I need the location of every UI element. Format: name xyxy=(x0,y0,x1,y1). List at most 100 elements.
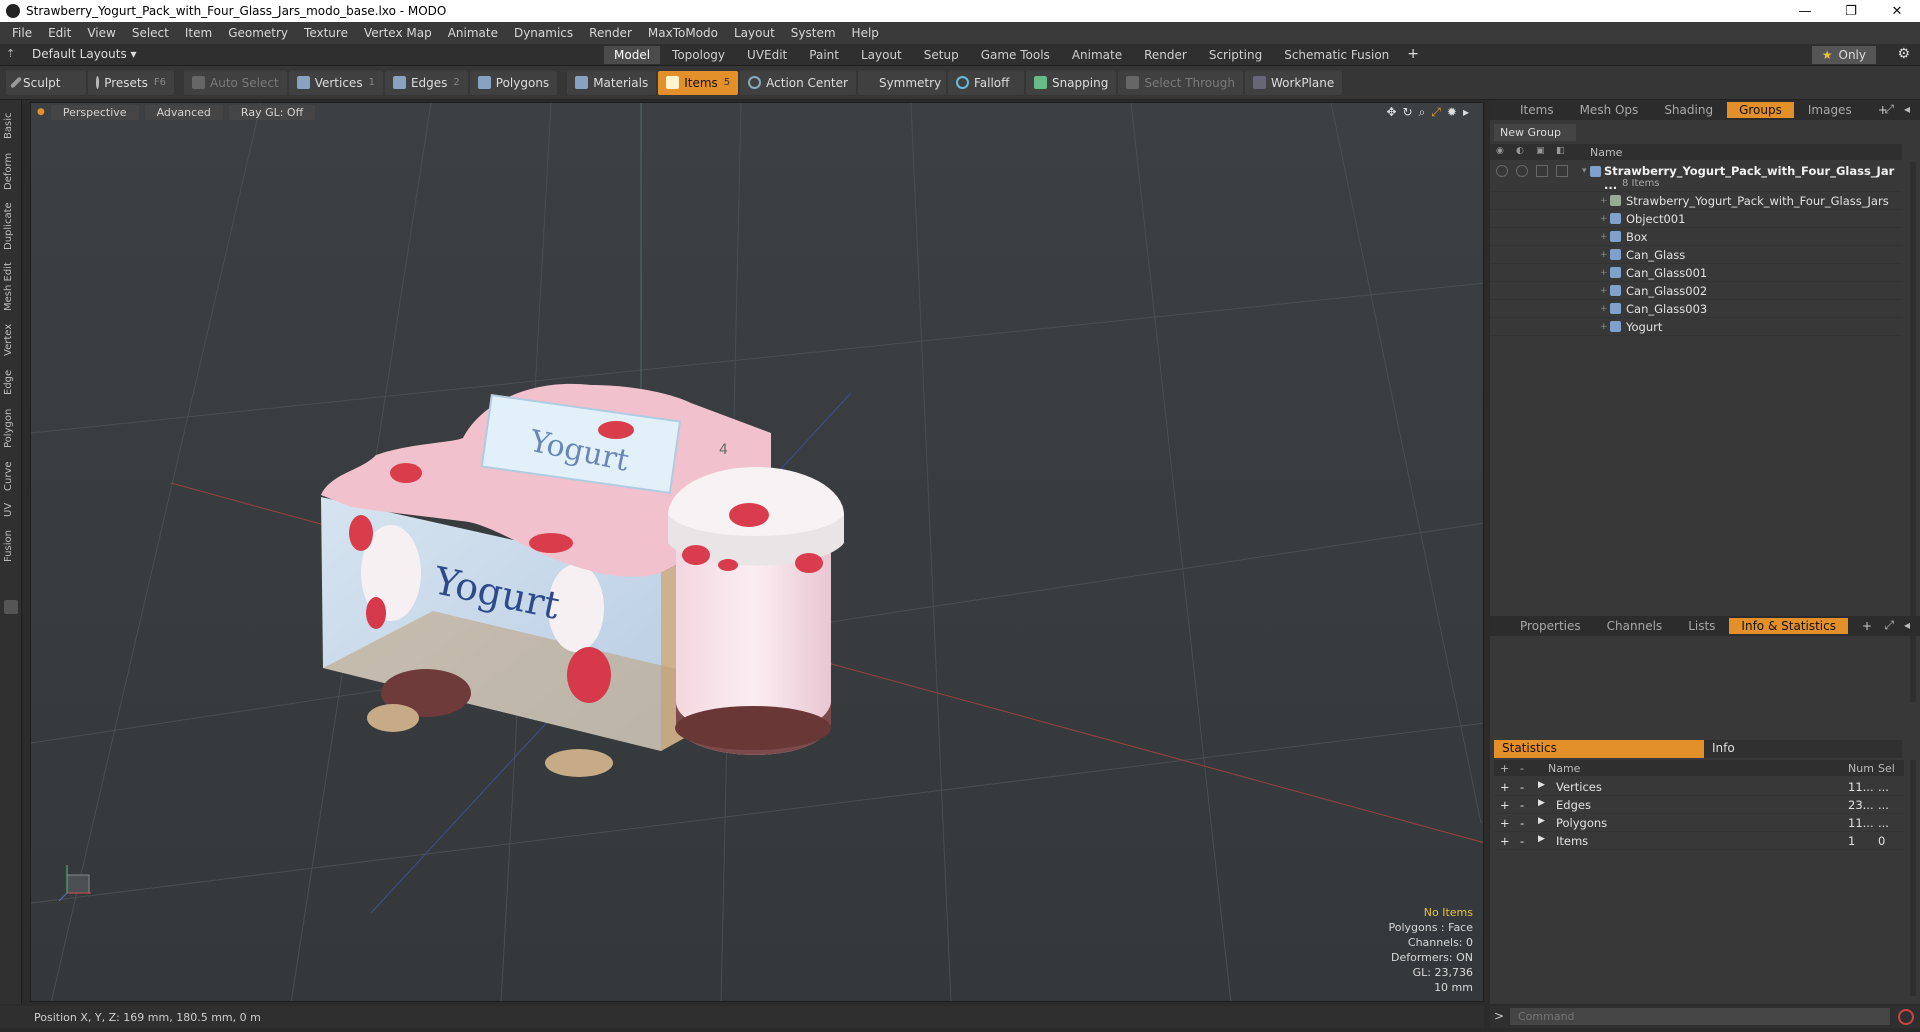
tab-animate[interactable]: Animate xyxy=(1062,46,1132,64)
snapping-button[interactable]: Snapping xyxy=(1025,70,1117,95)
command-input[interactable] xyxy=(1510,1008,1890,1025)
auto-select-button[interactable]: Auto Select xyxy=(184,70,287,95)
menu-texture[interactable]: Texture xyxy=(296,26,356,40)
table-row[interactable]: + - ▶ Items 1 0 xyxy=(1494,832,1904,850)
collapse-all-icon[interactable]: - xyxy=(1520,762,1524,775)
menu-vertex-map[interactable]: Vertex Map xyxy=(356,26,440,40)
add-icon[interactable]: + xyxy=(1500,834,1510,848)
expand-panel-icon[interactable] xyxy=(4,600,18,614)
remove-icon[interactable]: - xyxy=(1520,780,1524,794)
left-tab-edge[interactable]: Edge xyxy=(3,364,19,400)
action-center-button[interactable]: Action Center xyxy=(740,70,856,95)
menu-edit[interactable]: Edit xyxy=(40,26,79,40)
expand-arrow-icon[interactable]: + xyxy=(1600,250,1608,260)
menu-animate[interactable]: Animate xyxy=(440,26,506,40)
group-root-row[interactable]: ▾ Strawberry_Yogurt_Pack_with_Four_Glass… xyxy=(1490,162,1902,192)
menu-render[interactable]: Render xyxy=(581,26,640,40)
lock-toggle-icon[interactable] xyxy=(1536,165,1548,177)
expand-arrow-icon[interactable]: + xyxy=(1600,214,1608,224)
add-tab-icon[interactable]: + xyxy=(1401,46,1425,64)
left-tab-duplicate[interactable]: Duplicate xyxy=(3,196,19,256)
pan-icon[interactable]: ✥ xyxy=(1386,105,1396,120)
left-tab-uv[interactable]: UV xyxy=(3,498,19,522)
sculpt-button[interactable]: Sculpt xyxy=(6,70,86,95)
select-toggle-icon[interactable] xyxy=(1556,165,1568,177)
remove-icon[interactable]: - xyxy=(1520,816,1524,830)
collapse-icon[interactable]: ⇡ xyxy=(6,47,20,61)
menu-geometry[interactable]: Geometry xyxy=(220,26,296,40)
menu-layout[interactable]: Layout xyxy=(726,26,783,40)
left-tab-curve[interactable]: Curve xyxy=(3,456,19,496)
viewport-settings-icon[interactable]: ✹ xyxy=(1447,105,1457,120)
tab-items[interactable]: Items xyxy=(1508,102,1566,118)
left-tab-vertex[interactable]: Vertex xyxy=(3,318,19,362)
viewport-options-icon[interactable]: ● xyxy=(37,107,45,117)
menu-dynamics[interactable]: Dynamics xyxy=(506,26,581,40)
panel-collapse-icon[interactable]: ◂ xyxy=(1904,618,1910,632)
polygons-button[interactable]: Polygons xyxy=(469,70,558,95)
expand-arrow-icon[interactable]: ▶ xyxy=(1538,816,1545,826)
menu-maxtomodo[interactable]: MaxToModo xyxy=(640,26,726,40)
expand-arrow-icon[interactable]: + xyxy=(1600,196,1608,206)
minimize-button[interactable]: — xyxy=(1782,0,1828,22)
expand-arrow-icon[interactable]: + xyxy=(1600,286,1608,296)
glass-jar-model[interactable] xyxy=(668,467,844,755)
tab-model[interactable]: Model xyxy=(604,46,661,64)
items-button[interactable]: Items 5 xyxy=(658,70,739,95)
tab-shading[interactable]: Shading xyxy=(1652,102,1725,118)
maximize-button[interactable]: ❐ xyxy=(1828,0,1874,22)
menu-help[interactable]: Help xyxy=(844,26,887,40)
visibility-toggle-icon[interactable] xyxy=(1496,165,1508,177)
view-mode-button[interactable]: Perspective xyxy=(50,104,139,120)
gear-icon[interactable]: ⚙ xyxy=(1897,46,1910,62)
tab-mesh-ops[interactable]: Mesh Ops xyxy=(1568,102,1651,118)
left-tab-mesh-edit[interactable]: Mesh Edit xyxy=(3,258,19,316)
list-item[interactable]: + Strawberry_Yogurt_Pack_with_Four_Glass_… xyxy=(1490,192,1902,210)
only-toggle[interactable]: ★ Only xyxy=(1811,46,1876,64)
tab-topology[interactable]: Topology xyxy=(662,46,735,64)
command-stop-icon[interactable] xyxy=(1898,1009,1914,1025)
tab-uvedit[interactable]: UVEdit xyxy=(737,46,797,64)
list-item[interactable]: + Can_Glass003 xyxy=(1490,300,1902,318)
left-tab-polygon[interactable]: Polygon xyxy=(3,402,19,454)
list-item[interactable]: + Object001 xyxy=(1490,210,1902,228)
tab-schematic-fusion[interactable]: Schematic Fusion xyxy=(1274,46,1399,64)
expand-arrow-icon[interactable]: ▾ xyxy=(1582,166,1587,176)
tab-info-statistics[interactable]: Info & Statistics xyxy=(1729,618,1848,634)
symmetry-button[interactable]: Symmetry xyxy=(857,70,946,95)
left-tab-deform[interactable]: Deform xyxy=(3,148,19,194)
panel-popout-icon[interactable]: ⤢ xyxy=(1884,102,1894,117)
tab-images[interactable]: Images xyxy=(1796,102,1864,118)
tab-properties[interactable]: Properties xyxy=(1508,618,1593,634)
expand-arrow-icon[interactable]: + xyxy=(1600,304,1608,314)
expand-arrow-icon[interactable]: ▶ xyxy=(1538,798,1545,808)
zoom-icon[interactable]: ⌕ xyxy=(1419,105,1426,120)
viewport-expand-icon[interactable]: ▸ xyxy=(1463,105,1469,120)
stats-scrollbar[interactable] xyxy=(1910,760,1916,996)
tab-lists[interactable]: Lists xyxy=(1676,618,1727,634)
menu-system[interactable]: System xyxy=(783,26,844,40)
close-button[interactable]: ✕ xyxy=(1874,0,1920,22)
expand-arrow-icon[interactable]: + xyxy=(1600,322,1608,332)
remove-icon[interactable]: - xyxy=(1520,834,1524,848)
expand-arrow-icon[interactable]: ▶ xyxy=(1538,780,1545,790)
add-icon[interactable]: + xyxy=(1500,780,1510,794)
rotate-icon[interactable]: ↻ xyxy=(1403,105,1413,120)
list-item[interactable]: + Can_Glass xyxy=(1490,246,1902,264)
expand-all-icon[interactable]: + xyxy=(1500,762,1509,775)
remove-icon[interactable]: - xyxy=(1520,798,1524,812)
tab-groups[interactable]: Groups xyxy=(1727,102,1794,118)
tab-info[interactable]: Info xyxy=(1704,740,1902,758)
new-group-button[interactable]: New Group xyxy=(1494,124,1576,141)
panel-collapse-icon[interactable]: ◂ xyxy=(1904,102,1910,116)
list-item[interactable]: + Yogurt xyxy=(1490,318,1902,336)
workplane-button[interactable]: WorkPlane xyxy=(1244,70,1343,95)
shading-mode-button[interactable]: Advanced xyxy=(144,104,223,120)
add-icon[interactable]: + xyxy=(1500,798,1510,812)
vertices-button[interactable]: Vertices 1 xyxy=(288,70,383,95)
presets-button[interactable]: Presets F6 xyxy=(88,70,174,95)
menu-file[interactable]: File xyxy=(4,26,40,40)
tab-scripting[interactable]: Scripting xyxy=(1199,46,1272,64)
left-tab-basic[interactable]: Basic xyxy=(3,106,19,146)
edges-button[interactable]: Edges 2 xyxy=(384,70,468,95)
